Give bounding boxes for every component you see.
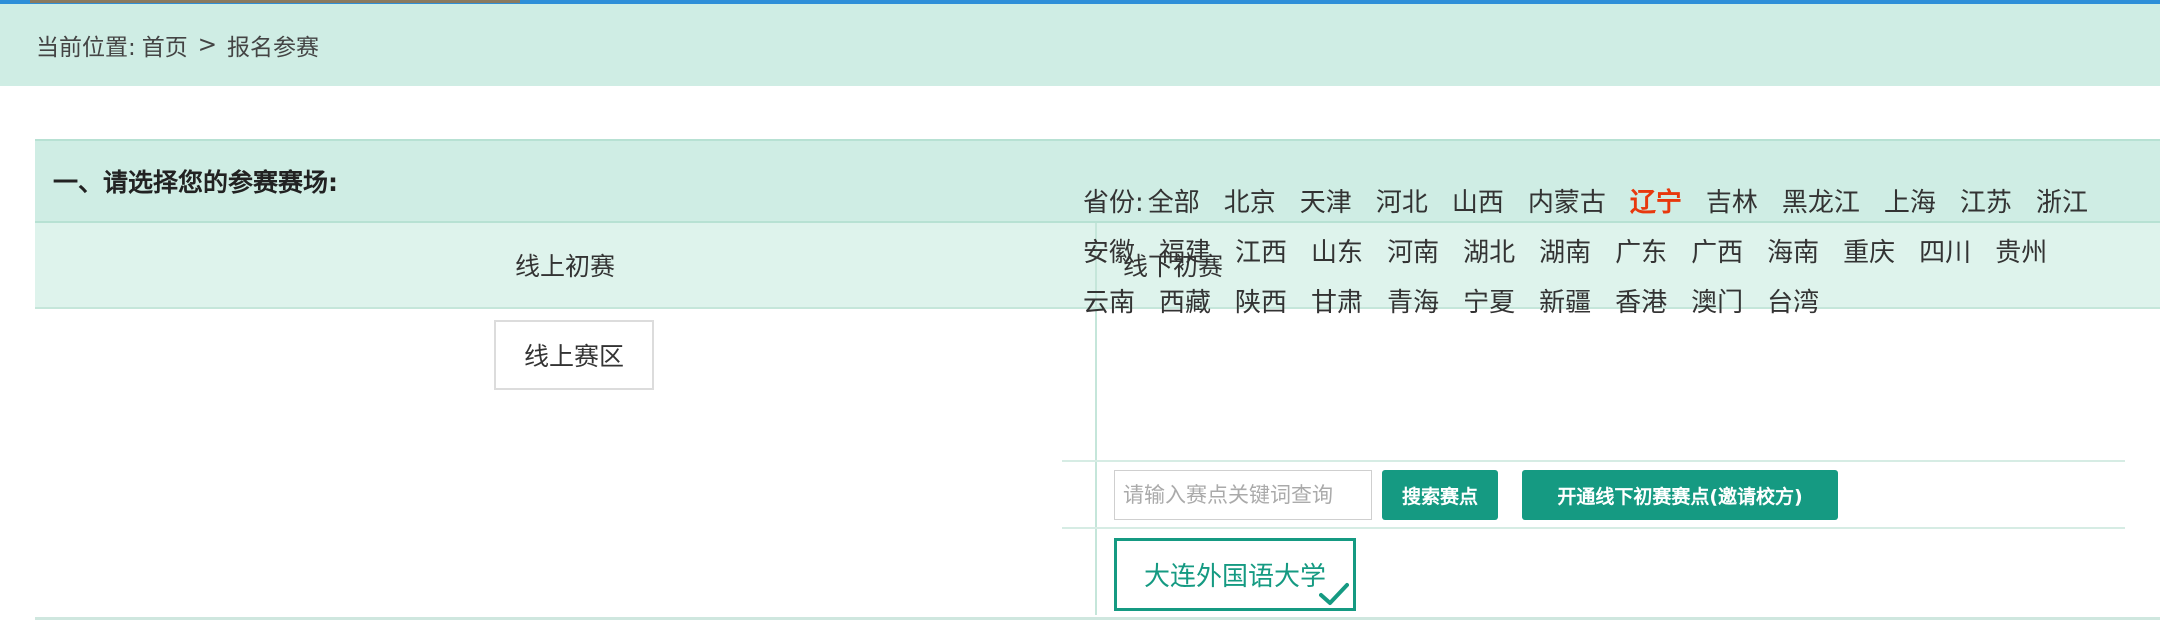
province-option[interactable]: 北京: [1224, 178, 1276, 228]
province-option[interactable]: 陕西: [1235, 278, 1287, 328]
selected-site-card[interactable]: 大连外国语大学: [1114, 538, 1356, 611]
province-option[interactable]: 湖南: [1539, 228, 1591, 278]
province-option[interactable]: 青海: [1387, 278, 1439, 328]
province-label: 省份:: [1083, 188, 1144, 218]
banner-image-edge: [30, 0, 520, 3]
province-option[interactable]: 西藏: [1159, 278, 1211, 328]
province-option[interactable]: 黑龙江: [1782, 178, 1860, 228]
province-option[interactable]: 贵州: [1995, 228, 2047, 278]
province-option[interactable]: 内蒙古: [1528, 178, 1606, 228]
province-option[interactable]: 甘肃: [1311, 278, 1363, 328]
province-option[interactable]: 上海: [1884, 178, 1936, 228]
province-option[interactable]: 台湾: [1767, 278, 1819, 328]
province-filter: 省份: 全部 北京 天津 河北 山西 内蒙古 辽宁 吉林 黑龙江 上海 江苏 浙江安徽 福建 江西 山东 河南湖…: [1083, 178, 2123, 328]
breadcrumb-home-link[interactable]: 首页: [142, 28, 188, 62]
breadcrumb-separator: >: [197, 32, 218, 58]
province-option[interactable]: 安徽: [1083, 228, 1135, 278]
online-area-option[interactable]: 线上赛区: [494, 320, 654, 390]
province-option[interactable]: 天津: [1300, 178, 1352, 228]
search-row: 搜索赛点 开通线下初赛赛点(邀请校方): [1114, 470, 2154, 522]
province-option[interactable]: 新疆: [1539, 278, 1591, 328]
search-site-button[interactable]: 搜索赛点: [1382, 470, 1498, 520]
province-option[interactable]: 江西: [1235, 228, 1287, 278]
province-option[interactable]: 福建: [1159, 228, 1211, 278]
province-option[interactable]: 广西: [1691, 228, 1743, 278]
breadcrumb-prefix: 当前位置:: [36, 35, 136, 61]
open-offline-site-button[interactable]: 开通线下初赛赛点(邀请校方): [1522, 470, 1838, 520]
province-option[interactable]: 湖北: [1463, 228, 1515, 278]
province-option[interactable]: 河南: [1387, 228, 1439, 278]
province-option[interactable]: 云南: [1083, 278, 1135, 328]
province-option[interactable]: 重庆: [1843, 228, 1895, 278]
province-option[interactable]: 广东: [1615, 228, 1667, 278]
province-option[interactable]: 澳门: [1691, 278, 1743, 328]
province-option[interactable]: 全部: [1148, 178, 1200, 228]
breadcrumb-current: 报名参赛: [227, 35, 320, 61]
divider: [1062, 460, 2125, 462]
bottom-divider: [35, 617, 2160, 620]
site-search-input[interactable]: [1114, 470, 1372, 520]
province-option[interactable]: 香港: [1615, 278, 1667, 328]
online-area-button[interactable]: 线上赛区: [494, 320, 654, 390]
divider: [1062, 527, 2125, 529]
checkmark-icon: [1319, 583, 1349, 605]
province-option[interactable]: 吉林: [1706, 178, 1758, 228]
province-option[interactable]: 山东: [1311, 228, 1363, 278]
section-title: 一、请选择您的参赛赛场:: [53, 168, 338, 197]
province-option[interactable]: 江苏: [1960, 178, 2012, 228]
province-option[interactable]: 山西: [1452, 178, 1504, 228]
province-option[interactable]: 浙江: [2036, 178, 2088, 228]
online-column-header: 线上初赛: [35, 223, 1097, 307]
province-option[interactable]: 四川: [1919, 228, 1971, 278]
selected-site-name: 大连外国语大学: [1143, 562, 1326, 592]
province-option[interactable]: 辽宁: [1630, 178, 1682, 228]
province-option[interactable]: 河北: [1376, 178, 1428, 228]
province-option[interactable]: 宁夏: [1463, 278, 1515, 328]
breadcrumb: 当前位置: 首页 > 报名参赛: [0, 4, 2160, 86]
province-option[interactable]: 海南: [1767, 228, 1819, 278]
